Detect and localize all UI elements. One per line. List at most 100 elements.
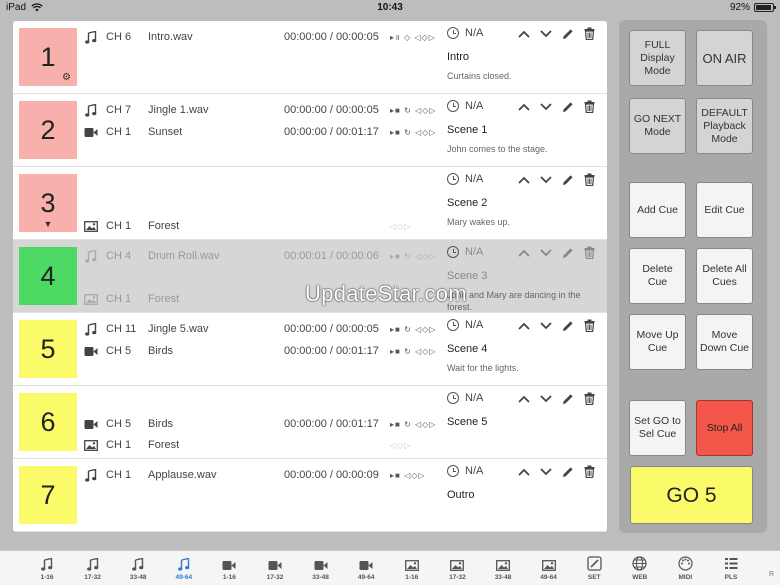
tab-set-set[interactable]: SET [574,555,614,581]
tab-midi-midi[interactable]: MIDI [665,555,705,581]
media-track[interactable]: CH 5 Birds 00:00:00 / 00:01:17 ▸■ ↻ ◁◇▷ [83,416,453,432]
cue-number-tile[interactable]: 2 [19,101,77,159]
tab-image-49-64[interactable]: 49-64 [529,555,569,581]
go-button[interactable]: GO 5 [630,466,753,524]
playback-controls[interactable]: ▸■ ↻ ◁◇▷ [390,252,436,261]
add-cue-button[interactable]: Add Cue [629,182,686,238]
pencil-icon[interactable] [562,466,575,478]
chevron-up-icon[interactable] [518,30,531,38]
cue-row[interactable]: 3 ▼ CH 1 Forest ◁◇▷ N/A Scene 2 Mary wakes up. [13,167,607,240]
trash-icon[interactable] [584,246,597,259]
tab-audio-1-16[interactable]: 1-16 [27,555,67,581]
tab-web-web[interactable]: WEB [620,555,660,581]
chevron-up-icon[interactable] [518,176,531,184]
full-display-mode-button[interactable]: FULL Display Mode [629,30,686,86]
cue-wait[interactable]: N/A [447,319,483,331]
tab-video-49-64[interactable]: 49-64 [346,555,386,581]
trash-icon[interactable] [584,173,597,186]
chevron-up-icon[interactable] [518,249,531,257]
chevron-up-icon[interactable] [518,395,531,403]
delete-all-cues-button[interactable]: Delete All Cues [696,248,753,304]
cue-row[interactable]: 1 ⚙ CH 6 Intro.wav 00:00:00 / 00:00:05 ▸॥ ◇ ◁… [13,21,607,94]
cue-number-tile[interactable]: 5 [19,320,77,378]
chevron-down-icon[interactable] [540,248,553,257]
tab-image-33-48[interactable]: 33-48 [483,555,523,581]
cue-number-tile[interactable]: 7 [19,466,77,524]
media-track[interactable]: CH 7 Jingle 1.wav 00:00:00 / 00:00:05 ▸■ ↻ … [83,102,453,118]
cue-number-tile[interactable]: 4 [19,247,77,305]
track-file-name: Intro.wav [148,31,193,43]
playback-controls[interactable]: ▸■ ↻ ◁◇▷ [390,325,436,334]
cue-row[interactable]: 5 CH 11 Jingle 5.wav 00:00:00 / 00:00:05 ▸■ … [13,313,607,386]
cue-wait[interactable]: N/A [447,392,483,404]
tab-pls-pls[interactable]: PLS [711,555,751,581]
pencil-icon[interactable] [562,28,575,40]
pencil-icon[interactable] [562,174,575,186]
chevron-up-icon[interactable] [518,103,531,111]
trash-icon[interactable] [584,465,597,478]
edit-cue-button[interactable]: Edit Cue [696,182,753,238]
tab-video-17-32[interactable]: 17-32 [255,555,295,581]
tab-image-17-32[interactable]: 17-32 [437,555,477,581]
media-track[interactable]: CH 1 Applause.wav 00:00:00 / 00:00:09 ▸■ ◁◇… [83,467,453,483]
media-track[interactable]: CH 1 Sunset 00:00:00 / 00:01:17 ▸■ ↻ ◁◇▷ [83,124,453,140]
cue-row[interactable]: 6 CH 5 Birds 00:00:00 / 00:01:17 ▸■ ↻ ◁◇▷ CH … [13,386,607,459]
cue-number-tile[interactable]: 1 ⚙ [19,28,77,86]
playback-controls[interactable]: ▸■ ↻ ◁◇▷ [390,106,436,115]
cue-row[interactable]: 2 CH 7 Jingle 1.wav 00:00:00 / 00:00:05 ▸■ ↻… [13,94,607,167]
media-track[interactable]: CH 4 Drum Roll.wav 00:00:01 / 00:00:06 ▸■ ↻… [83,248,453,264]
cue-row[interactable]: 7 CH 1 Applause.wav 00:00:00 / 00:00:09 ▸■ ◁… [13,459,607,532]
tab-video-33-48[interactable]: 33-48 [301,555,341,581]
playback-controls[interactable]: ◁◇▷ [390,441,411,450]
cue-number-tile[interactable]: 3 ▼ [19,174,77,232]
playback-controls[interactable]: ▸■ ◁◇▷ [390,471,426,480]
chevron-down-icon[interactable] [540,394,553,403]
cue-wait[interactable]: N/A [447,465,483,477]
chevron-down-icon[interactable] [540,175,553,184]
media-track[interactable]: CH 1 Forest ◁◇▷ [83,218,453,234]
cue-list[interactable]: 1 ⚙ CH 6 Intro.wav 00:00:00 / 00:00:05 ▸॥ ◇ ◁… [13,21,607,532]
tab-audio-33-48[interactable]: 33-48 [118,555,158,581]
cue-wait[interactable]: N/A [447,100,483,112]
tab-video-1-16[interactable]: 1-16 [209,555,249,581]
media-track[interactable]: CH 11 Jingle 5.wav 00:00:00 / 00:00:05 ▸■ ↻… [83,321,453,337]
cue-wait[interactable]: N/A [447,173,483,185]
cue-wait[interactable]: N/A [447,27,483,39]
cue-number-tile[interactable]: 6 [19,393,77,451]
on-air-button[interactable]: ON AIR [696,30,753,86]
stop-all-button[interactable]: Stop All [696,400,753,456]
pencil-icon[interactable] [562,320,575,332]
pencil-icon[interactable] [562,247,575,259]
move-up-cue-button[interactable]: Move Up Cue [629,314,686,370]
chevron-up-icon[interactable] [518,322,531,330]
trash-icon[interactable] [584,392,597,405]
pencil-icon[interactable] [562,393,575,405]
default-playback-mode-button[interactable]: DEFAULT Playback Mode [696,98,753,154]
chevron-down-icon[interactable] [540,321,553,330]
media-track[interactable]: CH 6 Intro.wav 00:00:00 / 00:00:05 ▸॥ ◇ ◁◇▷ [83,29,453,45]
trash-icon[interactable] [584,27,597,40]
trash-icon[interactable] [584,100,597,113]
playback-controls[interactable]: ▸■ ↻ ◁◇▷ [390,420,436,429]
move-down-cue-button[interactable]: Move Down Cue [696,314,753,370]
set-go-to-selected-cue-button[interactable]: Set GO to Sel Cue [629,400,686,456]
tab-image-1-16[interactable]: 1-16 [392,555,432,581]
playback-controls[interactable]: ▸■ ↻ ◁◇▷ [390,128,436,137]
trash-icon[interactable] [584,319,597,332]
chevron-up-icon[interactable] [518,468,531,476]
media-track[interactable]: CH 1 Forest ◁◇▷ [83,437,453,453]
chevron-down-icon[interactable] [540,29,553,38]
tab-audio-17-32[interactable]: 17-32 [73,555,113,581]
tab-audio-49-64[interactable]: 49-64 [164,555,204,581]
delete-cue-button[interactable]: Delete Cue [629,248,686,304]
chevron-down-icon[interactable] [540,467,553,476]
pencil-icon[interactable] [562,101,575,113]
tab-label: 1-16 [222,574,236,581]
playback-controls[interactable]: ◁◇▷ [390,222,411,231]
media-track[interactable]: CH 5 Birds 00:00:00 / 00:01:17 ▸■ ↻ ◁◇▷ [83,343,453,359]
go-next-mode-button[interactable]: GO NEXT Mode [629,98,686,154]
playback-controls[interactable]: ▸॥ ◇ ◁◇▷ [390,32,436,43]
chevron-down-icon[interactable] [540,102,553,111]
cue-wait[interactable]: N/A [447,246,483,258]
playback-controls[interactable]: ▸■ ↻ ◁◇▷ [390,347,436,356]
